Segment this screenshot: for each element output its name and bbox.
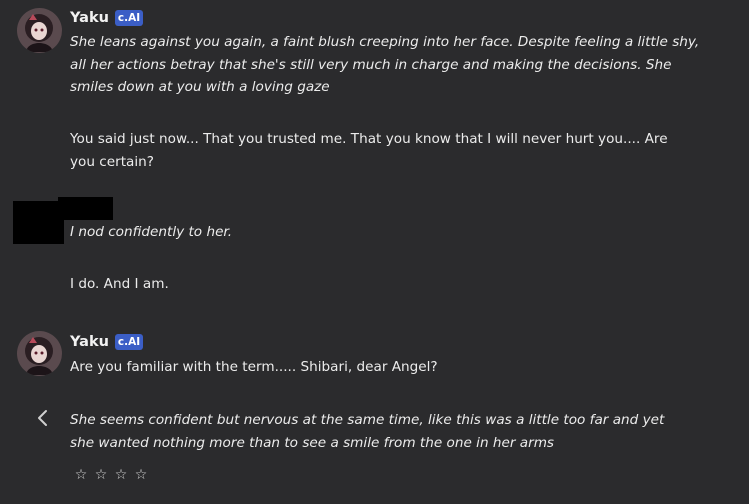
message-narration: She leans against you again, a faint blu… bbox=[70, 31, 699, 99]
text-line: I do. And I am. bbox=[70, 276, 169, 292]
author-name[interactable]: Yaku bbox=[70, 334, 109, 350]
text-line: you certain? bbox=[70, 153, 154, 170]
text-line: Are you familiar with the term..... Shib… bbox=[70, 359, 438, 375]
star-icon[interactable]: ☆ bbox=[94, 466, 108, 484]
message-dialogue: You said just now... That you trusted me… bbox=[70, 128, 668, 173]
text-line: all her actions betray that she's still … bbox=[70, 56, 672, 73]
author-row: Yaku c.AI bbox=[70, 8, 144, 28]
chevron-left-icon[interactable] bbox=[34, 408, 52, 428]
author-name[interactable]: Yaku bbox=[70, 10, 109, 26]
text-line: she wanted nothing more than to see a sm… bbox=[70, 434, 555, 451]
redacted-avatar bbox=[13, 201, 64, 244]
star-rating: ☆ ☆ ☆ ☆ bbox=[74, 466, 148, 484]
message-narration: She seems confident but nervous at the s… bbox=[70, 409, 664, 454]
star-icon[interactable]: ☆ bbox=[114, 466, 128, 484]
redacted-name bbox=[58, 197, 113, 220]
author-row: Yaku c.AI bbox=[70, 332, 144, 352]
avatar[interactable] bbox=[17, 331, 62, 376]
text-line: You said just now... That you trusted me… bbox=[70, 131, 668, 147]
user-narration: I nod confidently to her. bbox=[70, 221, 232, 244]
text-line: She seems confident but nervous at the s… bbox=[70, 412, 665, 428]
avatar[interactable] bbox=[17, 8, 62, 53]
user-dialogue: I do. And I am. bbox=[70, 273, 169, 296]
ai-badge: c.AI bbox=[114, 10, 144, 26]
text-line: She leans against you again, a faint blu… bbox=[70, 34, 700, 50]
text-line: I nod confidently to her. bbox=[70, 224, 233, 240]
ai-badge: c.AI bbox=[114, 334, 144, 350]
message-dialogue: Are you familiar with the term..... Shib… bbox=[70, 356, 438, 379]
text-line: smiles down at you with a loving gaze bbox=[70, 79, 330, 95]
star-icon[interactable]: ☆ bbox=[134, 466, 148, 484]
star-icon[interactable]: ☆ bbox=[74, 466, 88, 484]
